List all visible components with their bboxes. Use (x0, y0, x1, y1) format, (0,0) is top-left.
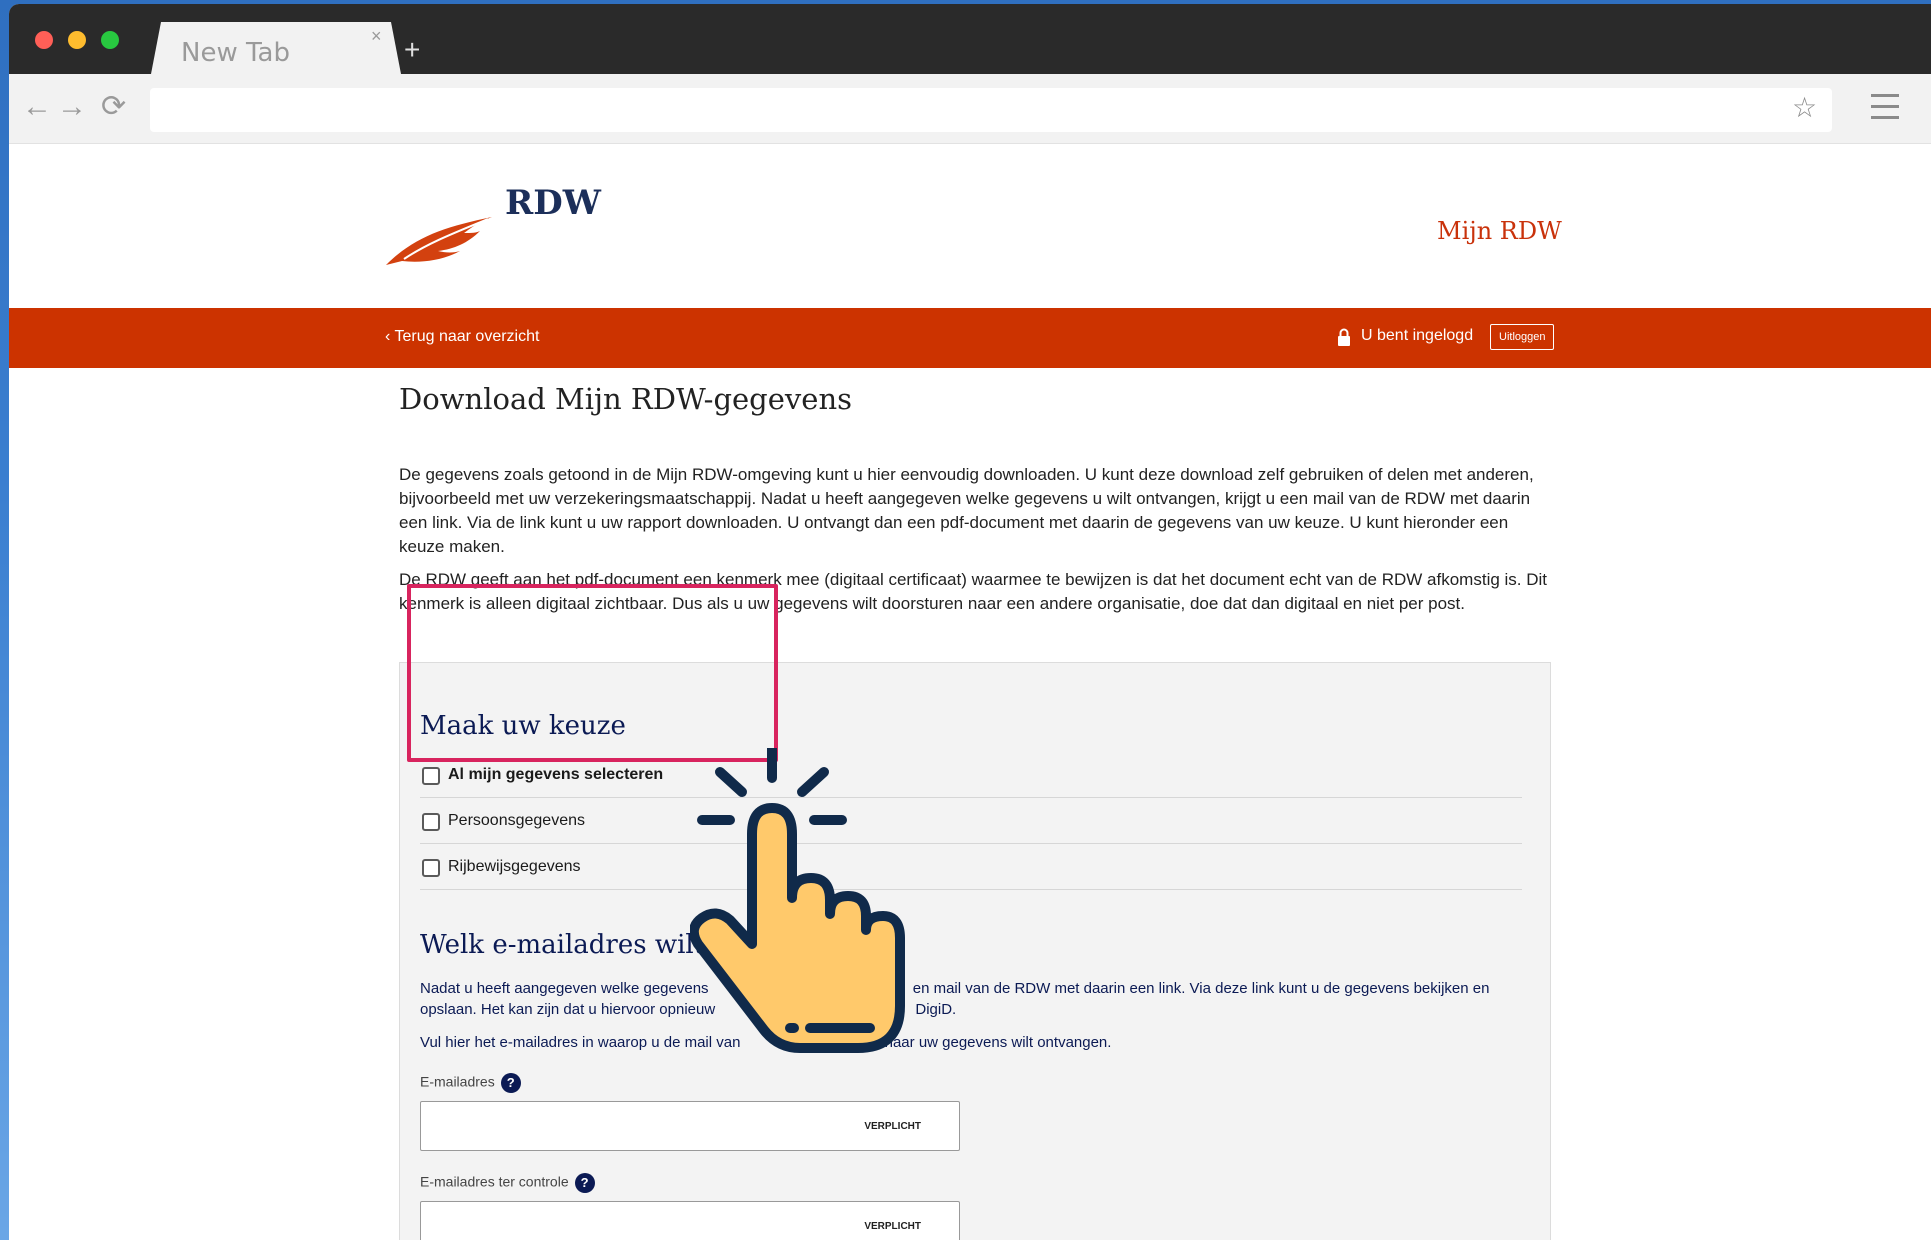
page-title: Download Mijn RDW-gegevens (399, 382, 853, 416)
maximize-window-button[interactable] (101, 31, 119, 49)
close-window-button[interactable] (35, 31, 53, 49)
checkbox-all-data[interactable] (422, 767, 440, 785)
help-icon[interactable]: ? (500, 1073, 521, 1093)
rdw-logo-text[interactable]: RDW (505, 183, 601, 223)
intro-paragraph-1: De gegevens zoals getoond in de Mijn RDW… (399, 465, 1534, 556)
required-badge: VERPLICHT (864, 1121, 921, 1132)
option-label: Persoonsgegevens (448, 812, 585, 829)
email-text-part: en mail van de RDW met daarin een link. … (912, 980, 1490, 997)
mijn-rdw-link[interactable]: Mijn RDW (1437, 217, 1562, 245)
tab-title: New Tab (181, 38, 290, 68)
option-label: Al mijn gegevens selecteren (448, 766, 664, 783)
browser-toolbar: ← → ⟳ ☆ (9, 74, 1931, 144)
forward-arrow-icon[interactable]: → (57, 92, 87, 122)
option-personal-data[interactable]: Persoonsgegevens (420, 798, 1522, 844)
email-text-part: DigiD. (915, 1001, 957, 1018)
bookmark-star-icon[interactable]: ☆ (1792, 94, 1817, 122)
title-bar: New Tab × + (9, 4, 1931, 74)
email-explanation: Nadat u heeft aangegeven welke gegevens … (420, 978, 1530, 1020)
checkbox-personal-data[interactable] (422, 813, 440, 831)
address-bar[interactable] (150, 88, 1832, 132)
web-page: RDW Mijn RDW ‹ Terug naar overzicht U be… (9, 145, 1931, 1240)
back-to-overview-link[interactable]: ‹ Terug naar overzicht (385, 328, 539, 346)
email-text-part: Nadat u heeft aangegeven welke gegevens (420, 980, 709, 997)
account-bar: ‹ Terug naar overzicht U bent ingelogd U… (9, 308, 1931, 368)
email-confirm-input[interactable]: VERPLICHT (420, 1201, 960, 1240)
new-tab-button[interactable]: + (404, 34, 420, 66)
browser-window: New Tab × + ← → ⟳ ☆ RDW Mijn RDW ‹ Terug… (9, 4, 1931, 1240)
back-link-label: Terug naar overzicht (394, 328, 540, 345)
back-arrow-icon[interactable]: ← (22, 92, 52, 122)
logout-button[interactable]: Uitloggen (1490, 324, 1555, 350)
highlight-box (407, 584, 778, 762)
reload-icon[interactable]: ⟳ (101, 92, 126, 122)
minimize-window-button[interactable] (68, 31, 86, 49)
required-badge: VERPLICHT (864, 1221, 921, 1232)
email-label: E-mailadres? (420, 1073, 521, 1093)
email-label-text: E-mailadres (420, 1073, 495, 1090)
option-label: Rijbewijsgegevens (448, 858, 581, 875)
logged-in-status: U bent ingelogd (1361, 327, 1474, 344)
rdw-logo-icon[interactable] (384, 207, 494, 267)
checkbox-license-data[interactable] (422, 859, 440, 877)
tab-close-icon[interactable]: × (371, 26, 382, 47)
email-confirm-label: E-mailadres ter controle? (420, 1173, 595, 1193)
email-text-part: opslaan. Het kan zijn dat u hiervoor opn… (420, 1001, 716, 1018)
email-input[interactable]: VERPLICHT (420, 1101, 960, 1151)
email-confirm-label-text: E-mailadres ter controle (420, 1173, 569, 1190)
lock-icon (1338, 328, 1350, 346)
email-instruction: Vul hier het e-mailadres in waarop u de … (420, 1034, 1530, 1051)
help-icon[interactable]: ? (574, 1173, 595, 1193)
email-heading: Welk e-mailadres wilt (420, 930, 705, 960)
pointer-hand-icon (690, 748, 905, 1053)
option-license-data[interactable]: Rijbewijsgegevens (420, 844, 1522, 890)
hamburger-menu-icon[interactable] (1871, 94, 1899, 127)
